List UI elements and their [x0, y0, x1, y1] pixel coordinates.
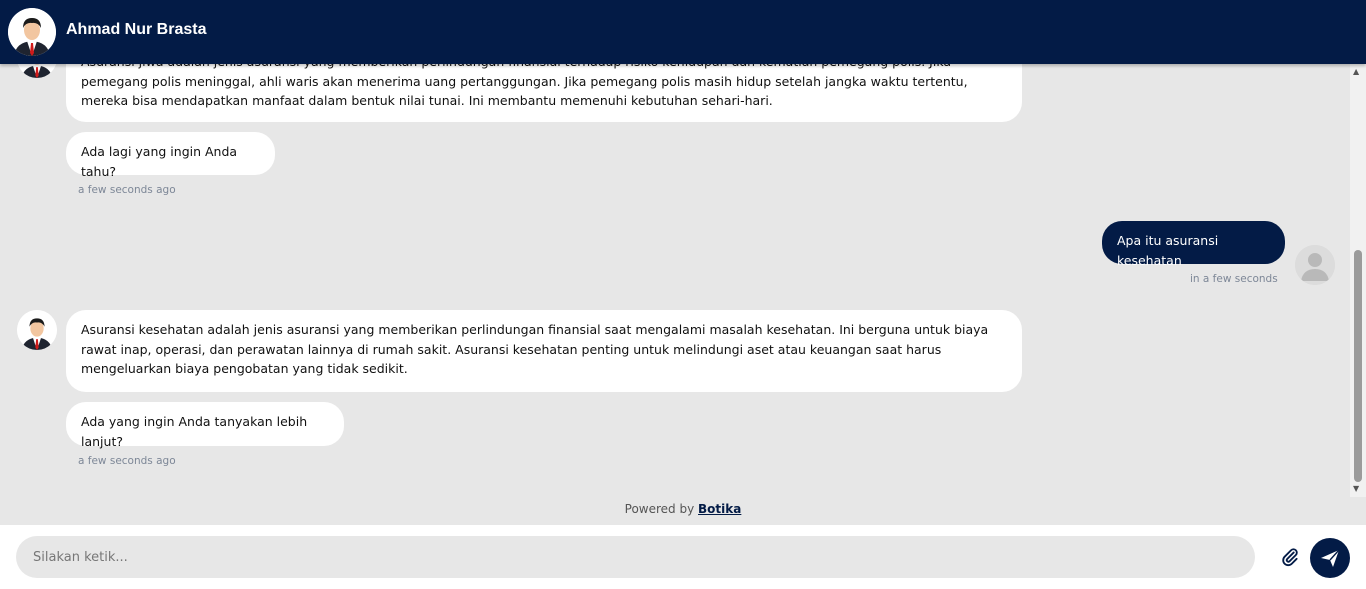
- send-icon: [1321, 549, 1340, 567]
- scrollbar-thumb[interactable]: [1354, 250, 1362, 482]
- chat-header: Ahmad Nur Brasta: [0, 0, 1366, 64]
- bot-avatar: [17, 310, 57, 350]
- botika-link[interactable]: Botika: [698, 502, 741, 516]
- bot-message: Asuransi jiwa adalah jenis asuransi yang…: [66, 64, 1022, 122]
- chat-scrollbar[interactable]: ▲ ▼: [1350, 64, 1366, 497]
- send-button[interactable]: [1310, 538, 1350, 578]
- chat-messages[interactable]: Asuransi jiwa adalah jenis asuransi yang…: [0, 64, 1350, 497]
- bot-message: Asuransi kesehatan adalah jenis asuransi…: [66, 310, 1022, 392]
- bot-avatar: [17, 64, 57, 78]
- chat-title: Ahmad Nur Brasta: [66, 21, 207, 38]
- scroll-down-icon[interactable]: ▼: [1353, 484, 1359, 494]
- scroll-up-icon[interactable]: ▲: [1353, 67, 1359, 77]
- message-timestamp: a few seconds ago: [78, 184, 176, 196]
- powered-by-label: Powered by: [624, 502, 695, 516]
- bot-message: Ada lagi yang ingin Anda tahu?: [66, 132, 275, 179]
- message-input[interactable]: [16, 536, 1255, 578]
- user-avatar-icon: [1295, 245, 1335, 285]
- chat-footer: [0, 525, 1366, 589]
- message-timestamp: in a few seconds: [1190, 273, 1278, 285]
- paperclip-icon[interactable]: [1280, 547, 1300, 567]
- message-timestamp: a few seconds ago: [78, 455, 176, 467]
- bot-message: Ada yang ingin Anda tanyakan lebih lanju…: [66, 402, 344, 449]
- bot-avatar-header: [8, 8, 56, 56]
- powered-by: Powered by Botika: [0, 502, 1366, 516]
- user-message: Apa itu asuransi kesehatan: [1102, 221, 1285, 268]
